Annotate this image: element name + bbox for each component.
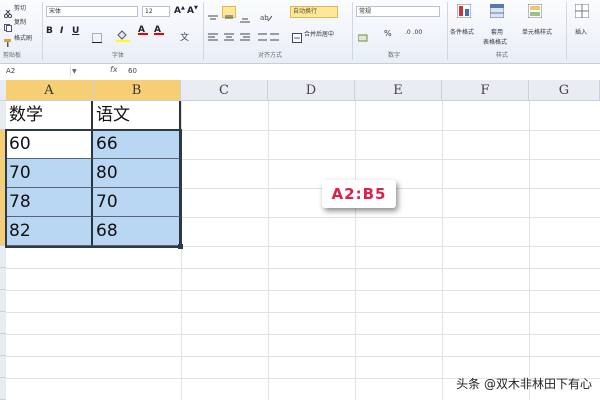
- name-box-dropdown-icon[interactable]: ▼: [72, 68, 77, 75]
- clipboard-group-label: 剪贴板: [3, 52, 22, 59]
- align-center-icon[interactable]: [224, 28, 234, 41]
- conditional-format-icon[interactable]: [456, 3, 472, 19]
- align-middle-icon[interactable]: [222, 6, 236, 19]
- cell-b4[interactable]: 70: [93, 188, 181, 217]
- align-bottom-icon[interactable]: [240, 8, 250, 23]
- cell-a4[interactable]: 78: [6, 188, 93, 217]
- cell-b1[interactable]: 语文: [93, 101, 181, 130]
- row-header[interactable]: [0, 290, 6, 312]
- conditional-format-button[interactable]: 条件格式: [450, 27, 474, 36]
- column-header-b[interactable]: B: [93, 80, 181, 101]
- table-format-icon[interactable]: [489, 3, 505, 19]
- name-box[interactable]: A2: [6, 66, 71, 77]
- cell-b2[interactable]: 66: [93, 130, 181, 159]
- merge-icon[interactable]: [292, 28, 302, 43]
- styles-group-label: 样式: [496, 52, 509, 59]
- column-header-f[interactable]: F: [442, 80, 529, 101]
- number-format-select[interactable]: 常规: [356, 6, 440, 17]
- row-header[interactable]: [0, 268, 6, 290]
- row-header[interactable]: [0, 356, 6, 378]
- copy-button[interactable]: 复制: [14, 17, 26, 26]
- copy-icon[interactable]: [4, 17, 12, 32]
- bold-button[interactable]: B: [46, 26, 53, 36]
- font-name-select[interactable]: 宋体: [46, 6, 138, 17]
- underline-button[interactable]: U: [72, 26, 79, 36]
- align-top-icon[interactable]: [208, 8, 218, 20]
- table-format-label-1[interactable]: 套用: [491, 27, 503, 36]
- cell-styles-icon[interactable]: [527, 3, 543, 19]
- insert-cells-button[interactable]: 插入: [575, 27, 587, 36]
- row-header[interactable]: [0, 246, 6, 268]
- merge-center-button[interactable]: 合并后居中: [304, 29, 334, 38]
- phonetic-icon[interactable]: 文: [180, 27, 192, 43]
- orientation-icon[interactable]: ab: [260, 7, 273, 22]
- cell-styles-button[interactable]: 单元格样式: [522, 27, 552, 36]
- column-header-e[interactable]: E: [355, 80, 442, 101]
- insert-cells-icon[interactable]: [574, 3, 590, 19]
- formula-bar: A2 ▼ fx 60: [0, 64, 600, 81]
- cell-a2[interactable]: 60: [6, 130, 93, 159]
- worksheet-grid[interactable]: A B C D E F G 数学 语文 60 66 70 80 78 70 82…: [0, 80, 600, 400]
- table-format-label-2[interactable]: 表格格式: [483, 37, 507, 46]
- font-size-select[interactable]: 12: [142, 6, 170, 17]
- border-icon[interactable]: [92, 28, 102, 43]
- svg-text:文: 文: [180, 31, 189, 42]
- grow-font-button[interactable]: A▲: [174, 5, 185, 16]
- column-header-a[interactable]: A: [6, 80, 93, 101]
- decimal-buttons[interactable]: .0 .00: [405, 29, 422, 36]
- indent-icon[interactable]: [258, 28, 280, 41]
- column-header-d[interactable]: D: [268, 80, 355, 101]
- format-painter-icon[interactable]: [4, 32, 12, 47]
- font-color-button-2[interactable]: A: [154, 25, 164, 35]
- cell-b5[interactable]: 68: [93, 217, 181, 246]
- format-painter-button[interactable]: 格式刷: [14, 33, 32, 42]
- column-header-g[interactable]: G: [529, 80, 600, 101]
- watermark: 头条 @双木非林田下有心: [456, 377, 592, 391]
- currency-icon[interactable]: [357, 28, 368, 42]
- font-group-label: 字体: [112, 52, 125, 59]
- row-header[interactable]: [0, 312, 6, 334]
- italic-button[interactable]: I: [60, 26, 63, 36]
- row-header[interactable]: [0, 334, 6, 356]
- number-group-label: 数字: [388, 52, 401, 59]
- formula-input[interactable]: 60: [128, 66, 137, 77]
- fill-handle[interactable]: [178, 244, 183, 249]
- cell-a5[interactable]: 82: [6, 217, 93, 246]
- wrap-text-button[interactable]: 自动换行: [290, 6, 338, 18]
- cell-a1[interactable]: 数学: [6, 101, 93, 130]
- row-header[interactable]: [0, 378, 6, 400]
- font-color-button[interactable]: A: [138, 25, 148, 35]
- fill-color-icon[interactable]: [116, 27, 130, 42]
- shrink-font-button[interactable]: A▼: [187, 5, 198, 16]
- range-callout-label: A2:B5: [322, 180, 396, 208]
- cell-a3[interactable]: 70: [6, 159, 93, 188]
- ribbon: 剪切 复制 格式刷 剪贴板 宋体 12 A▲ A▼ B I U A A 文 字体…: [0, 0, 600, 64]
- alignment-group-label: 对齐方式: [258, 52, 283, 59]
- insert-function-button[interactable]: fx: [110, 65, 118, 74]
- column-header-c[interactable]: C: [181, 80, 268, 101]
- cut-icon[interactable]: [3, 3, 13, 19]
- cut-button[interactable]: 剪切: [14, 3, 26, 12]
- align-left-icon[interactable]: [208, 28, 218, 41]
- percent-button[interactable]: %: [384, 29, 392, 38]
- align-right-icon[interactable]: [240, 28, 250, 41]
- cell-b3[interactable]: 80: [93, 159, 181, 188]
